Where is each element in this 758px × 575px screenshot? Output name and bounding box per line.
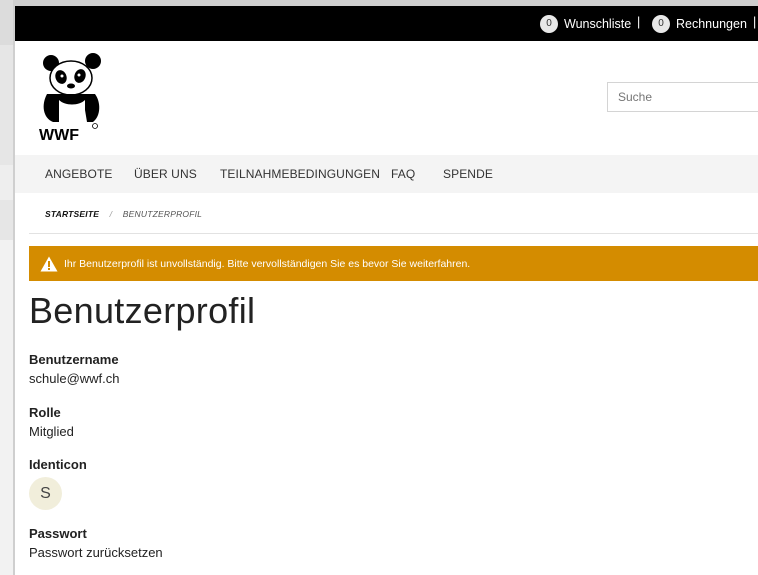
alert-message: Ihr Benutzerprofil ist unvollständig. Bi… [64,257,471,270]
invoices-count-badge: 0 [652,15,670,33]
panda-logo-icon: WWF [39,53,101,144]
breadcrumb-separator: / [109,209,113,219]
top-bar: 0 Wunschliste | 0 Rechnungen | [15,6,758,41]
page: 0 Wunschliste | 0 Rechnungen | WWF Suche… [13,0,758,575]
role-label: Rolle [29,405,61,420]
identicon-avatar: S [29,477,62,510]
topbar-separator: | [637,15,641,29]
logo-text: WWF [39,127,79,144]
nav-item-teilnahmebedingungen[interactable]: TEILNAHMEBEDINGUNGEN [220,167,380,181]
background-strip [0,0,13,575]
role-value: Mitglied [29,424,74,439]
username-label: Benutzername [29,352,119,367]
breadcrumb-current: BENUTZERPROFIL [122,209,203,219]
reset-password-link[interactable]: Passwort zurücksetzen [29,545,163,560]
wwf-logo[interactable]: WWF [37,50,107,145]
background-block [0,165,13,200]
password-label: Passwort [29,526,87,541]
nav-item-faq[interactable]: FAQ [391,167,415,181]
topbar-separator: | [753,15,757,29]
background-block [0,240,13,575]
breadcrumb-home-link[interactable]: STARTSEITE [45,209,99,219]
identicon-label: Identicon [29,457,87,472]
invoices-link[interactable]: 0 Rechnungen [652,15,747,33]
background-block [0,0,13,45]
invoices-label: Rechnungen [676,17,747,31]
search-input[interactable] [607,82,758,112]
nav-item-angebote[interactable]: ANGEBOTE [45,167,112,181]
profile-incomplete-alert: Ihr Benutzerprofil ist unvollständig. Bi… [29,246,758,281]
warning-icon [40,256,58,271]
nav-item-ueber-uns[interactable]: ÜBER UNS [134,167,197,181]
nav-item-spende[interactable]: SPENDE [443,167,493,181]
breadcrumb: STARTSEITE / BENUTZERPROFIL [45,209,202,219]
wishlist-label: Wunschliste [564,17,632,31]
username-value: schule@wwf.ch [29,371,120,386]
page-title: Benutzerprofil [29,290,256,331]
main-nav: ANGEBOTE ÜBER UNS TEILNAHMEBEDINGUNGEN F… [15,155,758,193]
divider [29,233,758,234]
wishlist-count-badge: 0 [540,15,558,33]
wishlist-link[interactable]: 0 Wunschliste [540,15,631,33]
